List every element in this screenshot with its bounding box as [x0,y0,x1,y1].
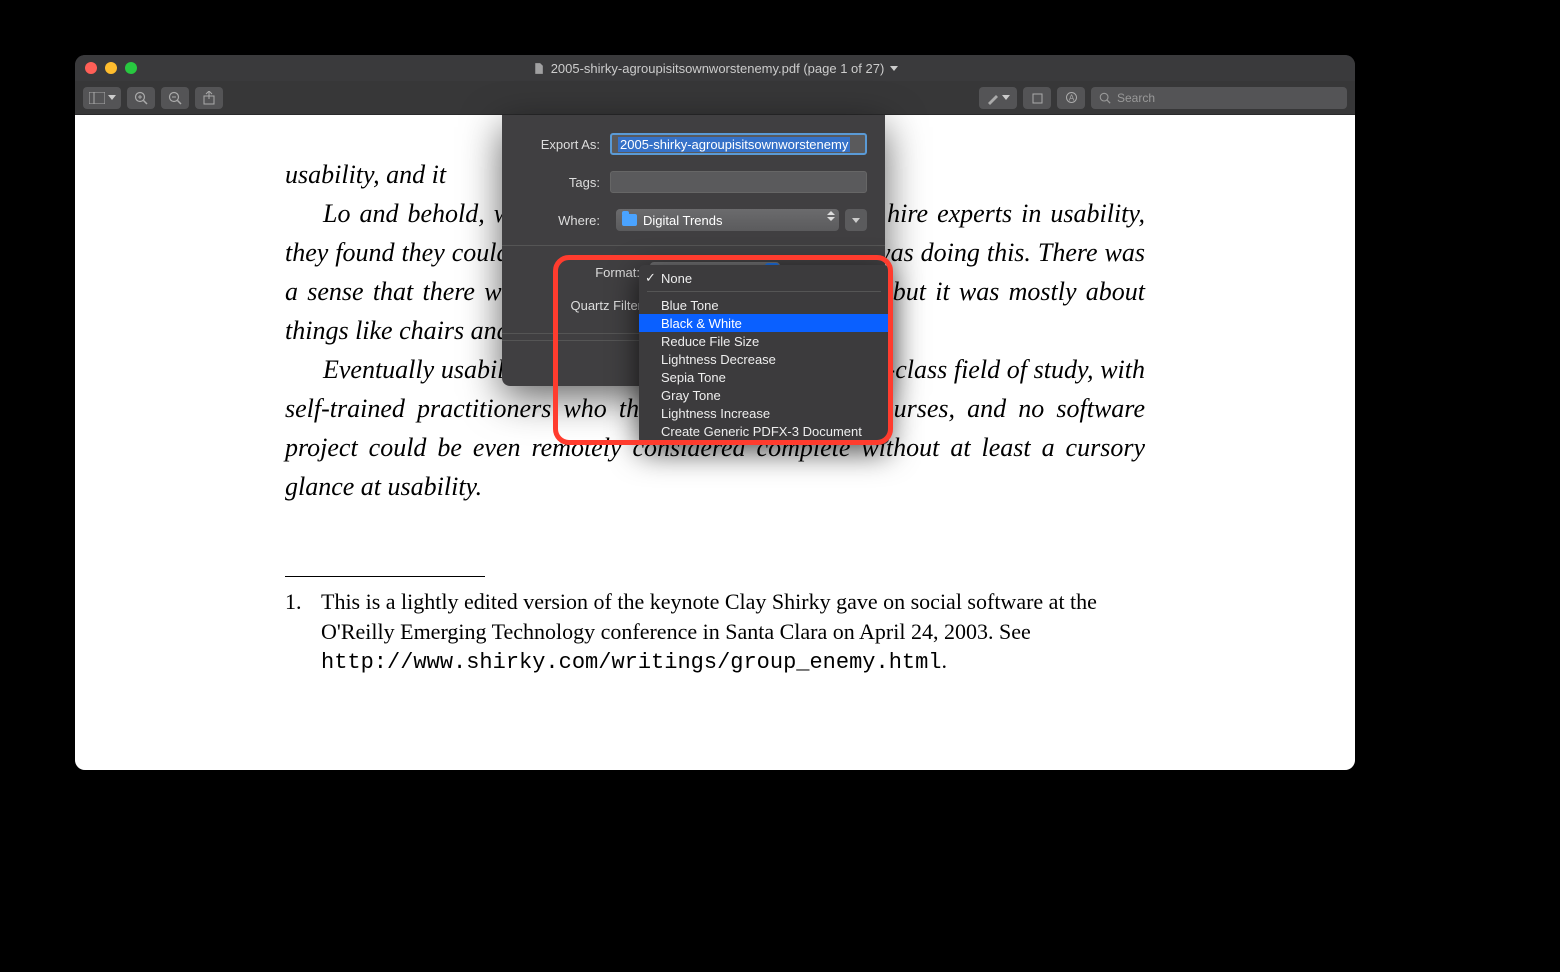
footnote-url: http://www.shirky.com/writings/group_ene… [321,650,942,675]
zoom-out-button[interactable] [161,87,189,109]
window-title[interactable]: 2005-shirky-agroupisitsownworstenemy.pdf… [532,61,899,76]
menu-item[interactable]: Create Generic PDFX-3 Document [639,422,889,440]
menu-item[interactable]: Reduce File Size [639,332,889,350]
menu-item[interactable]: Gray Tone [639,386,889,404]
tags-row: Tags: [502,163,885,201]
titlebar: 2005-shirky-agroupisitsownworstenemy.pdf… [75,55,1355,81]
chevron-down-icon [108,95,116,100]
export-as-value: 2005-shirky-agroupisitsownworstenemy [618,137,850,152]
where-value: Digital Trends [643,213,722,228]
menu-item-label: Create Generic PDFX-3 Document [661,424,862,439]
rotate-button[interactable] [1023,87,1051,109]
export-as-input[interactable]: 2005-shirky-agroupisitsownworstenemy [610,133,867,155]
menu-item-label: Lightness Increase [661,406,770,421]
where-row: Where: Digital Trends [502,201,885,239]
folder-icon [622,214,637,226]
menu-item-label: Lightness Decrease [661,352,776,367]
chevron-down-icon [852,218,860,223]
search-icon [1099,92,1111,104]
format-label: Format: [520,265,650,280]
menu-item-label: Gray Tone [661,388,721,403]
menu-item-label: Sepia Tone [661,370,726,385]
export-as-row: Export As: 2005-shirky-agroupisitsownwor… [502,115,885,163]
menu-item[interactable]: Sepia Tone [639,368,889,386]
search-placeholder: Search [1117,91,1155,105]
expand-button[interactable] [845,209,867,231]
zoom-window-button[interactable] [125,62,137,74]
divider [502,245,885,246]
markup-button[interactable] [979,87,1017,109]
where-select[interactable]: Digital Trends [616,209,839,231]
footnote: 1. This is a lightly edited version of t… [285,587,1145,678]
sidebar-toggle-button[interactable] [83,87,121,109]
preview-window: 2005-shirky-agroupisitsownworstenemy.pdf… [75,55,1355,770]
zoom-in-button[interactable] [127,87,155,109]
menu-item[interactable]: Black & White [639,314,889,332]
menu-item-label: Reduce File Size [661,334,759,349]
menu-separator [647,291,881,292]
menu-item-label: None [661,271,692,286]
quartz-filter-menu: ✓ None Blue Tone Black & White Reduce File S… [639,265,889,444]
chevron-down-icon [890,66,898,71]
export-as-label: Export As: [520,137,610,152]
footnote-body: This is a lightly edited version of the … [321,587,1145,678]
minimize-window-button[interactable] [105,62,117,74]
menu-item-label: Black & White [661,316,742,331]
close-window-button[interactable] [85,62,97,74]
stepper-icon [827,211,835,221]
menu-item-label: Blue Tone [661,298,719,313]
chevron-down-icon [1002,95,1010,100]
menu-item[interactable]: Blue Tone [639,296,889,314]
footnote-number: 1. [285,587,307,678]
check-icon: ✓ [645,270,656,286]
svg-text:A: A [1068,94,1074,103]
footnote-text: This is a lightly edited version of the … [321,589,1097,644]
menu-item[interactable]: ✓ None [639,269,889,287]
annotate-button[interactable]: A [1057,87,1085,109]
toolbar: A Search [75,81,1355,115]
tags-input[interactable] [610,171,867,193]
footnote-end: . [942,648,948,673]
share-button[interactable] [195,87,223,109]
search-input[interactable]: Search [1091,87,1347,109]
traffic-lights [85,62,137,74]
window-title-text: 2005-shirky-agroupisitsownworstenemy.pdf… [551,61,885,76]
footnote-rule [285,576,485,577]
menu-item[interactable]: Lightness Increase [639,404,889,422]
menu-item[interactable]: Lightness Decrease [639,350,889,368]
tags-label: Tags: [520,175,610,190]
quartz-filter-label: Quartz Filter [520,298,650,313]
where-label: Where: [520,213,610,228]
document-icon [532,62,545,75]
